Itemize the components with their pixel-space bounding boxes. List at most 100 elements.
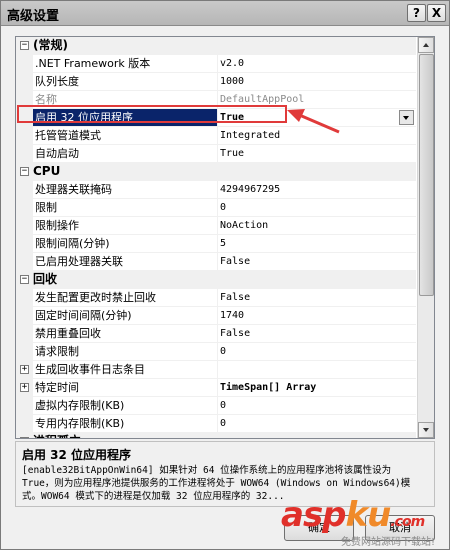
property-row[interactable]: 请求限制 0 bbox=[16, 343, 416, 361]
property-row[interactable]: 已启用处理器关联 False bbox=[16, 253, 416, 271]
property-row[interactable]: 固定时间间隔(分钟) 1740 bbox=[16, 307, 416, 325]
category-row[interactable]: − 回收 bbox=[16, 271, 416, 289]
property-row[interactable]: 限制 0 bbox=[16, 199, 416, 217]
help-button[interactable]: ? bbox=[407, 4, 426, 22]
category-label: CPU bbox=[33, 164, 61, 178]
property-value[interactable]: NoAction bbox=[216, 217, 420, 234]
description-panel: 启用 32 位应用程序 [enable32BitAppOnWin64] 如果针对… bbox=[15, 441, 435, 507]
property-value[interactable]: 0 bbox=[216, 343, 420, 360]
property-name[interactable]: 生成回收事件日志条目 bbox=[33, 361, 218, 378]
expand-icon[interactable]: + bbox=[20, 383, 29, 392]
row-margin bbox=[16, 217, 33, 234]
row-margin bbox=[16, 325, 33, 342]
property-value[interactable]: True bbox=[216, 145, 420, 162]
property-name[interactable]: 自动启动 bbox=[33, 145, 218, 162]
property-row[interactable]: 发生配置更改时禁止回收 False bbox=[16, 289, 416, 307]
collapse-icon[interactable]: − bbox=[20, 437, 29, 438]
row-margin bbox=[16, 73, 33, 90]
property-name[interactable]: 托管管道模式 bbox=[33, 127, 218, 144]
property-value[interactable]: False bbox=[216, 253, 420, 270]
property-name[interactable]: .NET Framework 版本 bbox=[33, 55, 218, 72]
property-row[interactable]: + 特定时间 TimeSpan[] Array bbox=[16, 379, 416, 397]
row-margin bbox=[16, 181, 33, 198]
close-button[interactable]: X bbox=[427, 4, 446, 22]
row-margin bbox=[16, 289, 33, 306]
collapse-icon[interactable]: − bbox=[20, 167, 29, 176]
property-value[interactable]: TimeSpan[] Array bbox=[216, 379, 420, 396]
ok-button[interactable]: 确定 bbox=[284, 515, 354, 541]
dropdown-arrow-icon[interactable] bbox=[399, 110, 414, 125]
category-row[interactable]: − 进程孤立 bbox=[16, 433, 416, 438]
property-value[interactable]: 5 bbox=[216, 235, 420, 252]
scroll-thumb[interactable] bbox=[419, 54, 434, 296]
property-row[interactable]: 自动启动 True bbox=[16, 145, 416, 163]
property-row[interactable]: 限制操作 NoAction bbox=[16, 217, 416, 235]
row-margin: + bbox=[16, 379, 33, 396]
title-bar: 高级设置 ? X bbox=[1, 1, 449, 26]
property-row[interactable]: 启用 32 位应用程序 True bbox=[16, 109, 416, 127]
property-value[interactable]: 4294967295 bbox=[216, 181, 420, 198]
row-margin bbox=[16, 91, 33, 108]
vertical-scrollbar[interactable] bbox=[417, 37, 434, 438]
scroll-down-arrow-icon[interactable] bbox=[418, 422, 434, 438]
property-name[interactable]: 队列长度 bbox=[33, 73, 218, 90]
property-row[interactable]: 禁用重叠回收 False bbox=[16, 325, 416, 343]
row-margin bbox=[16, 397, 33, 414]
property-name[interactable]: 发生配置更改时禁止回收 bbox=[33, 289, 218, 306]
category-row[interactable]: − CPU bbox=[16, 163, 416, 181]
expand-icon[interactable]: + bbox=[20, 365, 29, 374]
row-margin bbox=[16, 343, 33, 360]
property-name[interactable]: 特定时间 bbox=[33, 379, 218, 396]
annotation-arrow-icon bbox=[287, 109, 340, 134]
property-name[interactable]: 专用内存限制(KB) bbox=[33, 415, 218, 432]
cancel-button[interactable]: 取消 bbox=[365, 515, 435, 541]
property-value[interactable]: 0 bbox=[216, 415, 420, 432]
property-name[interactable]: 限制操作 bbox=[33, 217, 218, 234]
property-value[interactable]: 0 bbox=[216, 397, 420, 414]
property-name[interactable]: 名称 bbox=[33, 91, 218, 108]
row-margin bbox=[16, 307, 33, 324]
property-row[interactable]: 虚拟内存限制(KB) 0 bbox=[16, 397, 416, 415]
collapse-icon[interactable]: − bbox=[20, 275, 29, 284]
dialog-title: 高级设置 bbox=[7, 9, 60, 24]
category-row[interactable]: − (常规) bbox=[16, 37, 416, 55]
property-row[interactable]: 专用内存限制(KB) 0 bbox=[16, 415, 416, 433]
row-margin bbox=[16, 109, 33, 126]
property-name[interactable]: 虚拟内存限制(KB) bbox=[33, 397, 218, 414]
property-name[interactable]: 限制 bbox=[33, 199, 218, 216]
row-margin bbox=[16, 127, 33, 144]
category-label: 进程孤立 bbox=[33, 433, 81, 438]
property-row[interactable]: 处理器关联掩码 4294967295 bbox=[16, 181, 416, 199]
row-margin bbox=[16, 235, 33, 252]
property-value[interactable]: False bbox=[216, 289, 420, 306]
row-margin bbox=[16, 253, 33, 270]
scroll-up-arrow-icon[interactable] bbox=[418, 37, 434, 53]
property-name[interactable]: 已启用处理器关联 bbox=[33, 253, 218, 270]
property-name[interactable]: 启用 32 位应用程序 bbox=[33, 109, 218, 126]
property-value[interactable]: 1740 bbox=[216, 307, 420, 324]
property-name[interactable]: 处理器关联掩码 bbox=[33, 181, 218, 198]
row-margin bbox=[16, 415, 33, 432]
property-value[interactable]: 1000 bbox=[216, 73, 420, 90]
property-row[interactable]: 名称 DefaultAppPool bbox=[16, 91, 416, 109]
property-name[interactable]: 固定时间间隔(分钟) bbox=[33, 307, 218, 324]
property-row[interactable]: 托管管道模式 Integrated bbox=[16, 127, 416, 145]
row-margin: + bbox=[16, 361, 33, 378]
property-grid: − (常规) .NET Framework 版本 v2.0 队列长度 1000 名称 Defa… bbox=[15, 36, 435, 439]
property-name[interactable]: 请求限制 bbox=[33, 343, 218, 360]
property-value[interactable]: v2.0 bbox=[216, 55, 420, 72]
description-title: 启用 32 位应用程序 bbox=[22, 448, 132, 462]
collapse-icon[interactable]: − bbox=[20, 41, 29, 50]
property-value[interactable]: False bbox=[216, 325, 420, 342]
property-row[interactable]: .NET Framework 版本 v2.0 bbox=[16, 55, 416, 73]
property-row[interactable]: 限制间隔(分钟) 5 bbox=[16, 235, 416, 253]
property-name[interactable]: 限制间隔(分钟) bbox=[33, 235, 218, 252]
row-margin bbox=[16, 55, 33, 72]
property-name[interactable]: 禁用重叠回收 bbox=[33, 325, 218, 342]
category-label: 回收 bbox=[33, 272, 58, 286]
property-value[interactable]: 0 bbox=[216, 199, 420, 216]
property-row[interactable]: + 生成回收事件日志条目 bbox=[16, 361, 416, 379]
property-value[interactable] bbox=[216, 361, 420, 378]
description-text: [enable32BitAppOnWin64] 如果针对 64 位操作系统上的应… bbox=[22, 465, 411, 502]
property-row[interactable]: 队列长度 1000 bbox=[16, 73, 416, 91]
